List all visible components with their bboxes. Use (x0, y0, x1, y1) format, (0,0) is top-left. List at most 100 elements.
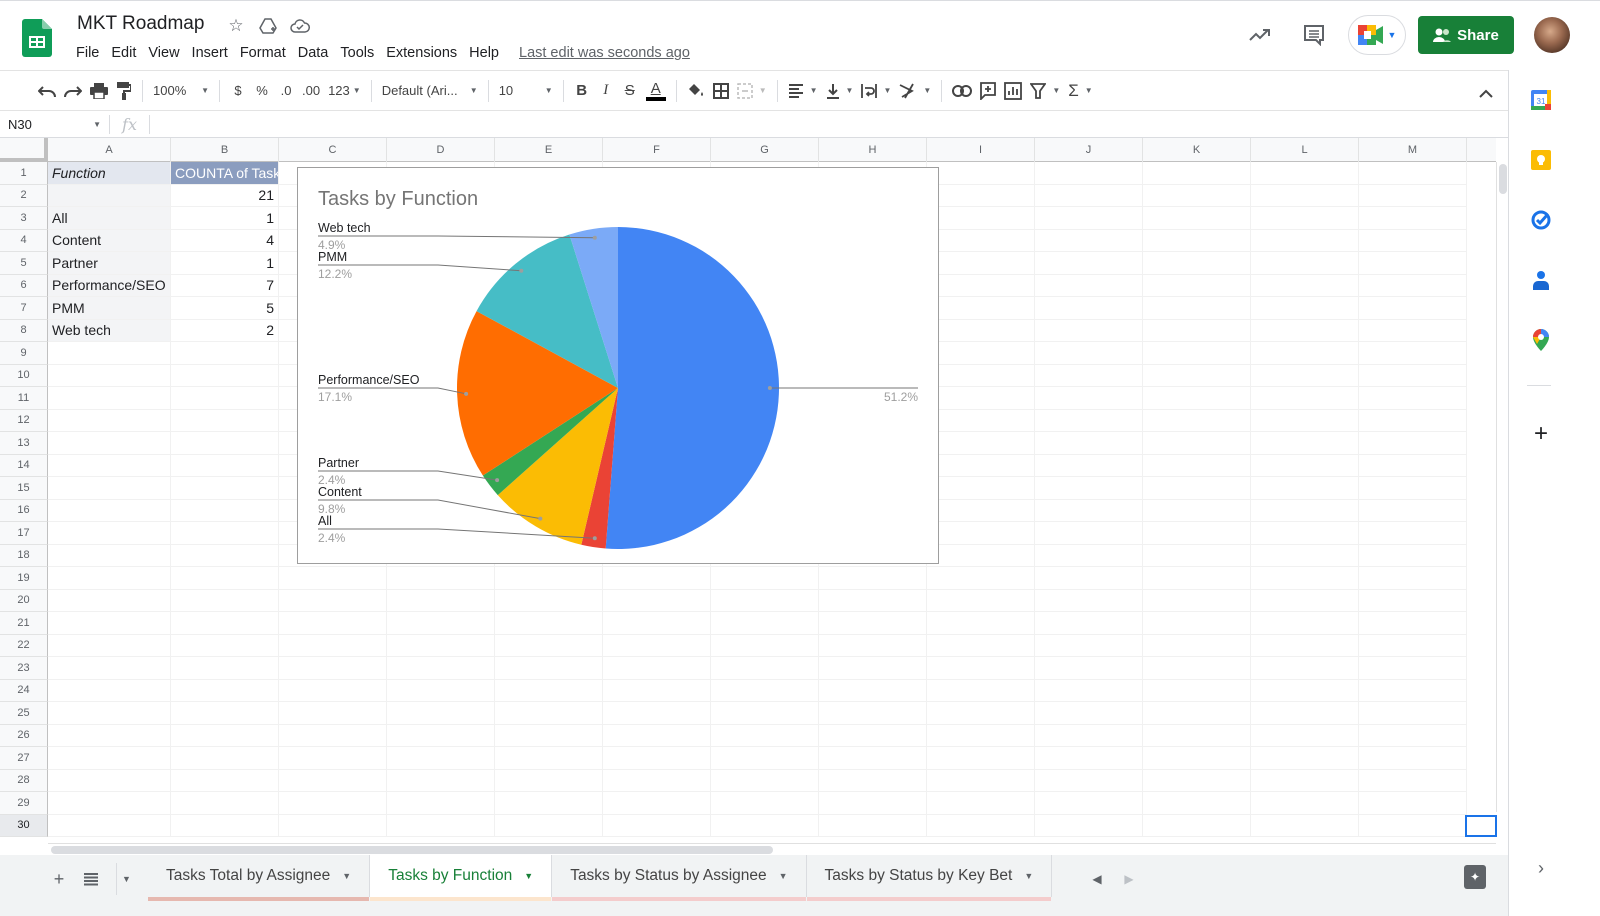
cell-k18[interactable] (1143, 544, 1251, 567)
last-edit-link[interactable]: Last edit was seconds ago (519, 43, 690, 63)
column-header-a[interactable]: A (48, 138, 171, 162)
cell-b16[interactable] (171, 499, 279, 522)
cell-m14[interactable] (1359, 454, 1467, 477)
vertical-align-icon[interactable]: ▼ (822, 77, 858, 105)
cell-i28[interactable] (927, 769, 1035, 792)
sheet-tab[interactable]: Tasks by Status by Assignee ▼ (552, 855, 807, 901)
cell-l2[interactable] (1251, 184, 1359, 207)
row-header-9[interactable]: 9 (0, 342, 48, 365)
cell-m2[interactable] (1359, 184, 1467, 207)
cell-d19[interactable] (387, 567, 495, 590)
cell-i22[interactable] (927, 634, 1035, 657)
column-header-j[interactable]: J (1035, 138, 1143, 162)
pie-slice-blank[interactable] (605, 227, 779, 549)
cell-j29[interactable] (1035, 792, 1143, 815)
cell-f27[interactable] (603, 747, 711, 770)
decrease-decimal-button[interactable]: .0 (274, 77, 298, 105)
sheet-tab[interactable]: Tasks by Function ▼ (370, 855, 553, 901)
cell-b5[interactable]: 1 (171, 252, 279, 275)
cell-l6[interactable] (1251, 274, 1359, 297)
cell-i19[interactable] (927, 567, 1035, 590)
cell-e28[interactable] (495, 769, 603, 792)
name-box[interactable]: N30 ▼ (0, 114, 110, 134)
cell-m18[interactable] (1359, 544, 1467, 567)
cell-g20[interactable] (711, 589, 819, 612)
cell-c21[interactable] (279, 612, 387, 635)
cell-l19[interactable] (1251, 567, 1359, 590)
cell-k3[interactable] (1143, 207, 1251, 230)
cell-e23[interactable] (495, 657, 603, 680)
cell-l26[interactable] (1251, 724, 1359, 747)
cell-m16[interactable] (1359, 499, 1467, 522)
cell-k27[interactable] (1143, 747, 1251, 770)
cell-m4[interactable] (1359, 229, 1467, 252)
cell-h28[interactable] (819, 769, 927, 792)
functions-icon[interactable]: Σ ▼ (1064, 77, 1096, 105)
keep-icon[interactable] (1529, 148, 1553, 172)
cell-f19[interactable] (603, 567, 711, 590)
cell-d23[interactable] (387, 657, 495, 680)
cell-l27[interactable] (1251, 747, 1359, 770)
cell-l23[interactable] (1251, 657, 1359, 680)
cell-l1[interactable] (1251, 162, 1359, 185)
cell-k22[interactable] (1143, 634, 1251, 657)
cell-j1[interactable] (1035, 162, 1143, 185)
cell-g27[interactable] (711, 747, 819, 770)
contacts-icon[interactable] (1529, 268, 1553, 292)
chevron-down-icon[interactable]: ▼ (1024, 871, 1033, 881)
cell-l14[interactable] (1251, 454, 1359, 477)
cell-e25[interactable] (495, 702, 603, 725)
cell-l30[interactable] (1251, 814, 1359, 837)
menu-file[interactable]: File (70, 43, 105, 63)
cell-d26[interactable] (387, 724, 495, 747)
share-button[interactable]: Share (1418, 16, 1514, 54)
cell-d21[interactable] (387, 612, 495, 635)
insert-chart-icon[interactable] (1000, 77, 1026, 105)
cell-g30[interactable] (711, 814, 819, 837)
cell-b14[interactable] (171, 454, 279, 477)
cell-l10[interactable] (1251, 364, 1359, 387)
cell-b30[interactable] (171, 814, 279, 837)
font-family-select[interactable]: Default (Ari... ▼ (378, 77, 482, 105)
row-header-26[interactable]: 26 (0, 724, 48, 747)
text-color-button[interactable]: A (642, 77, 670, 105)
sheet-tab[interactable]: Tasks by Status by Key Bet ▼ (806, 855, 1053, 901)
print-icon[interactable] (86, 77, 112, 105)
cell-j16[interactable] (1035, 499, 1143, 522)
text-wrap-icon[interactable]: ▼ (857, 77, 895, 105)
row-header-22[interactable]: 22 (0, 634, 48, 657)
cell-l15[interactable] (1251, 477, 1359, 500)
all-sheets-button[interactable] (80, 863, 102, 895)
cell-k17[interactable] (1143, 522, 1251, 545)
cell-i12[interactable] (927, 409, 1035, 432)
cell-i6[interactable] (927, 274, 1035, 297)
text-rotation-icon[interactable]: ▼ (895, 77, 935, 105)
cell-b26[interactable] (171, 724, 279, 747)
user-avatar[interactable] (1534, 17, 1570, 53)
cell-e30[interactable] (495, 814, 603, 837)
cell-m23[interactable] (1359, 657, 1467, 680)
chevron-down-icon[interactable]: ▼ (779, 871, 788, 881)
cell-k19[interactable] (1143, 567, 1251, 590)
cell-b11[interactable] (171, 387, 279, 410)
cell-k23[interactable] (1143, 657, 1251, 680)
cell-m1[interactable] (1359, 162, 1467, 185)
cell-j7[interactable] (1035, 297, 1143, 320)
cell-a18[interactable] (48, 544, 171, 567)
cell-m15[interactable] (1359, 477, 1467, 500)
cell-i13[interactable] (927, 432, 1035, 455)
cell-k28[interactable] (1143, 769, 1251, 792)
cell-i21[interactable] (927, 612, 1035, 635)
comments-icon[interactable] (1294, 15, 1334, 55)
cell-d24[interactable] (387, 679, 495, 702)
cell-h20[interactable] (819, 589, 927, 612)
cell-a6[interactable]: Performance/SEO (48, 274, 171, 297)
cell-l5[interactable] (1251, 252, 1359, 275)
cell-i16[interactable] (927, 499, 1035, 522)
cell-h21[interactable] (819, 612, 927, 635)
cell-h22[interactable] (819, 634, 927, 657)
cell-j2[interactable] (1035, 184, 1143, 207)
cell-b4[interactable]: 4 (171, 229, 279, 252)
cell-a7[interactable]: PMM (48, 297, 171, 320)
chevron-down-icon[interactable]: ▼ (524, 871, 533, 881)
